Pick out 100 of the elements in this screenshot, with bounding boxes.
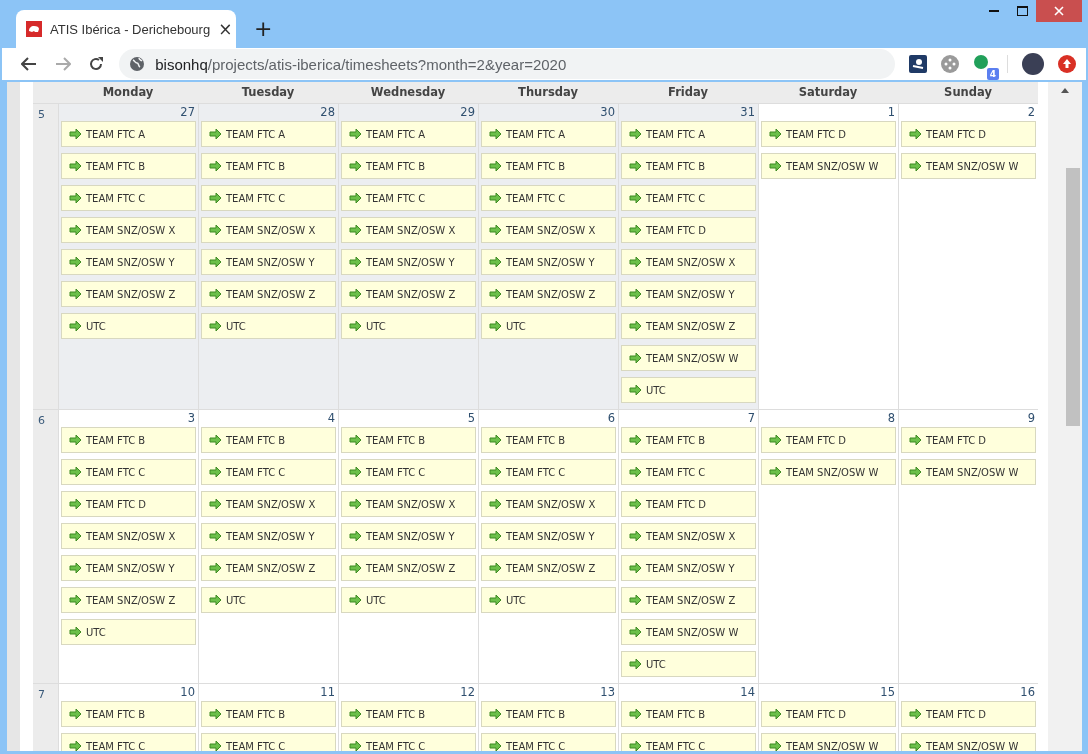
timesheet-entry[interactable]: TEAM FTC D — [901, 701, 1036, 727]
timesheet-entry[interactable]: TEAM FTC C — [621, 733, 756, 751]
timesheet-entry[interactable]: TEAM FTC B — [621, 427, 756, 453]
timesheet-entry[interactable]: TEAM FTC C — [341, 459, 476, 485]
timesheet-entry[interactable]: TEAM FTC A — [341, 121, 476, 147]
timesheet-entry[interactable]: TEAM SNZ/OSW X — [481, 491, 616, 517]
update-icon[interactable] — [1058, 55, 1076, 73]
timesheet-entry[interactable]: TEAM FTC D — [761, 701, 896, 727]
timesheet-entry[interactable]: TEAM FTC B — [481, 153, 616, 179]
timesheet-entry[interactable]: TEAM FTC D — [61, 491, 196, 517]
timesheet-entry[interactable]: TEAM SNZ/OSW Z — [201, 281, 336, 307]
profile-avatar[interactable] — [1022, 53, 1044, 75]
timesheet-entry[interactable]: TEAM FTC D — [621, 217, 756, 243]
timesheet-entry[interactable]: TEAM FTC D — [621, 491, 756, 517]
timesheet-entry[interactable]: TEAM FTC C — [61, 459, 196, 485]
timesheet-entry[interactable]: TEAM FTC C — [201, 185, 336, 211]
timesheet-entry[interactable]: UTC — [341, 313, 476, 339]
timesheet-entry[interactable]: TEAM SNZ/OSW X — [201, 217, 336, 243]
timesheet-entry[interactable]: TEAM SNZ/OSW W — [761, 459, 896, 485]
close-button[interactable] — [1036, 0, 1082, 22]
timesheet-entry[interactable]: TEAM SNZ/OSW Z — [61, 587, 196, 613]
timesheet-entry[interactable]: TEAM SNZ/OSW Z — [481, 555, 616, 581]
timesheet-entry[interactable]: TEAM FTC B — [481, 427, 616, 453]
timesheet-entry[interactable]: TEAM FTC D — [901, 121, 1036, 147]
timesheet-entry[interactable]: TEAM SNZ/OSW W — [901, 733, 1036, 751]
scrollbar-thumb[interactable] — [1066, 168, 1080, 426]
timesheet-entry[interactable]: TEAM FTC C — [61, 733, 196, 751]
timesheet-entry[interactable]: TEAM FTC A — [201, 121, 336, 147]
timesheet-entry[interactable]: TEAM FTC A — [621, 121, 756, 147]
timesheet-entry[interactable]: TEAM FTC A — [61, 121, 196, 147]
timesheet-entry[interactable]: TEAM SNZ/OSW Z — [341, 555, 476, 581]
timesheet-entry[interactable]: TEAM SNZ/OSW X — [201, 491, 336, 517]
reload-icon[interactable] — [88, 56, 105, 72]
timesheet-entry[interactable]: TEAM SNZ/OSW Z — [621, 587, 756, 613]
timesheet-entry[interactable]: TEAM SNZ/OSW W — [761, 153, 896, 179]
timesheet-entry[interactable]: TEAM SNZ/OSW Y — [61, 249, 196, 275]
timesheet-entry[interactable]: TEAM FTC D — [761, 121, 896, 147]
timesheet-entry[interactable]: TEAM SNZ/OSW Y — [61, 555, 196, 581]
timesheet-entry[interactable]: TEAM SNZ/OSW Y — [621, 281, 756, 307]
timesheet-entry[interactable]: TEAM SNZ/OSW Y — [621, 555, 756, 581]
timesheet-entry[interactable]: UTC — [201, 313, 336, 339]
timesheet-entry[interactable]: TEAM SNZ/OSW W — [621, 345, 756, 371]
timesheet-entry[interactable]: TEAM SNZ/OSW X — [341, 217, 476, 243]
timesheet-entry[interactable]: UTC — [481, 313, 616, 339]
timesheet-entry[interactable]: TEAM SNZ/OSW Z — [341, 281, 476, 307]
tab-close-button[interactable]: × — [218, 19, 233, 39]
timesheet-entry[interactable]: TEAM FTC B — [201, 153, 336, 179]
timesheet-entry[interactable]: TEAM FTC B — [61, 153, 196, 179]
timesheet-entry[interactable]: TEAM FTC C — [481, 733, 616, 751]
timesheet-entry[interactable]: TEAM FTC B — [61, 427, 196, 453]
timesheet-entry[interactable]: TEAM FTC C — [481, 185, 616, 211]
timesheet-entry[interactable]: TEAM FTC C — [341, 733, 476, 751]
address-bar[interactable]: bisonhq/projects/atis-iberica/timesheets?month=2&year=2020 — [119, 49, 895, 79]
chat-extension-icon[interactable] — [973, 54, 989, 70]
timesheet-entry[interactable]: TEAM FTC B — [201, 701, 336, 727]
timesheet-entry[interactable]: TEAM FTC B — [621, 153, 756, 179]
timesheet-entry[interactable]: UTC — [481, 587, 616, 613]
timesheet-entry[interactable]: TEAM FTC C — [201, 733, 336, 751]
timesheet-entry[interactable]: TEAM SNZ/OSW X — [621, 249, 756, 275]
timesheet-entry[interactable]: TEAM SNZ/OSW W — [761, 733, 896, 751]
timesheet-entry[interactable]: TEAM SNZ/OSW W — [901, 153, 1036, 179]
timesheet-entry[interactable]: UTC — [341, 587, 476, 613]
timesheet-entry[interactable]: TEAM SNZ/OSW X — [621, 523, 756, 549]
scrollbar[interactable] — [1048, 82, 1082, 751]
timesheet-entry[interactable]: TEAM FTC B — [621, 701, 756, 727]
timesheet-entry[interactable]: TEAM FTC B — [341, 427, 476, 453]
timesheet-entry[interactable]: TEAM SNZ/OSW X — [61, 217, 196, 243]
timesheet-entry[interactable]: TEAM SNZ/OSW Z — [201, 555, 336, 581]
timesheet-entry[interactable]: TEAM FTC C — [621, 185, 756, 211]
timesheet-entry[interactable]: UTC — [621, 377, 756, 403]
timesheet-entry[interactable]: TEAM SNZ/OSW Z — [621, 313, 756, 339]
timesheet-entry[interactable]: TEAM SNZ/OSW Z — [61, 281, 196, 307]
timesheet-entry[interactable]: TEAM SNZ/OSW Y — [201, 249, 336, 275]
timesheet-entry[interactable]: TEAM FTC B — [341, 701, 476, 727]
timesheet-entry[interactable]: TEAM FTC C — [341, 185, 476, 211]
timesheet-entry[interactable]: UTC — [201, 587, 336, 613]
back-icon[interactable] — [20, 57, 37, 71]
scroll-up-icon[interactable] — [1061, 88, 1069, 93]
timesheet-entry[interactable]: UTC — [621, 651, 756, 677]
timesheet-entry[interactable]: TEAM FTC C — [481, 459, 616, 485]
timesheet-entry[interactable]: TEAM FTC A — [481, 121, 616, 147]
timesheet-entry[interactable]: TEAM SNZ/OSW Y — [201, 523, 336, 549]
timesheet-entry[interactable]: TEAM SNZ/OSW Y — [481, 523, 616, 549]
timesheet-entry[interactable]: TEAM SNZ/OSW Y — [341, 249, 476, 275]
extension-icon[interactable] — [909, 55, 927, 73]
timesheet-entry[interactable]: TEAM FTC B — [61, 701, 196, 727]
timesheet-entry[interactable]: TEAM FTC C — [61, 185, 196, 211]
timesheet-entry[interactable]: TEAM SNZ/OSW Y — [341, 523, 476, 549]
timesheet-entry[interactable]: TEAM FTC D — [901, 427, 1036, 453]
browser-tab[interactable]: ATIS Ibérica - Derichebourg × — [16, 10, 236, 48]
timesheet-entry[interactable]: TEAM FTC B — [341, 153, 476, 179]
timesheet-entry[interactable]: UTC — [61, 313, 196, 339]
timesheet-entry[interactable]: UTC — [61, 619, 196, 645]
timesheet-entry[interactable]: TEAM FTC C — [621, 459, 756, 485]
timesheet-entry[interactable]: TEAM SNZ/OSW X — [61, 523, 196, 549]
timesheet-entry[interactable]: TEAM FTC B — [201, 427, 336, 453]
timesheet-entry[interactable]: TEAM SNZ/OSW W — [621, 619, 756, 645]
timesheet-entry[interactable]: TEAM SNZ/OSW Y — [481, 249, 616, 275]
timesheet-entry[interactable]: TEAM SNZ/OSW Z — [481, 281, 616, 307]
timesheet-entry[interactable]: TEAM SNZ/OSW X — [481, 217, 616, 243]
